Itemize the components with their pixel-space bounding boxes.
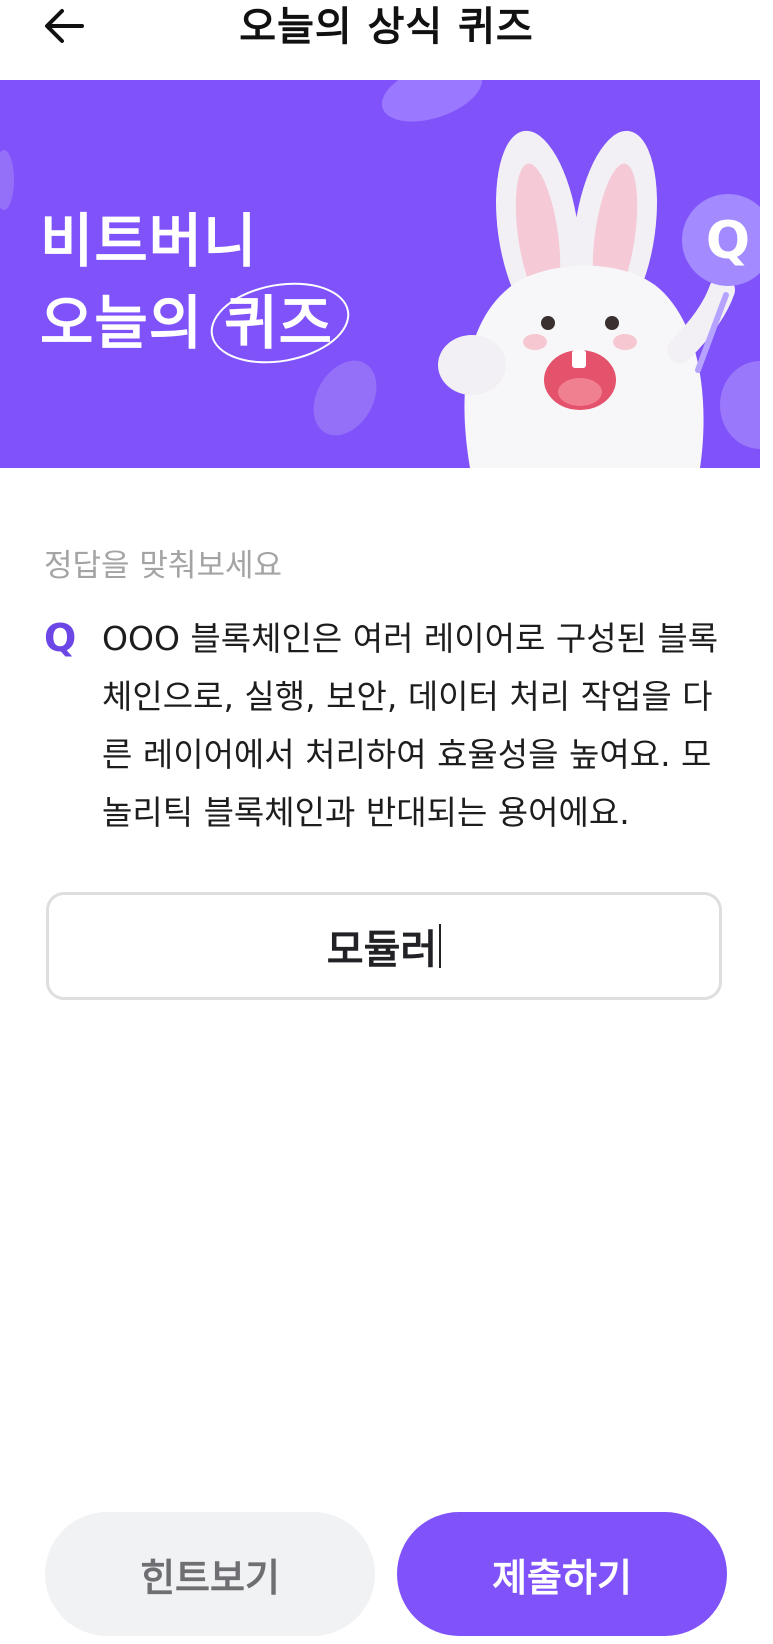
quiz-banner: Q 비트버니 오늘의 퀴즈	[0, 80, 773, 468]
banner-title-prefix: 오늘의	[40, 289, 225, 357]
quiz-prompt: 정답을 맞춰보세요	[44, 548, 283, 584]
sign-letter: Q	[706, 211, 750, 271]
top-bar: 오늘의 상식 퀴즈	[0, 0, 773, 78]
banner-title-line2: 오늘의 퀴즈	[40, 282, 333, 364]
answer-input-value: 모듈러	[326, 927, 438, 973]
page-title: 오늘의 상식 퀴즈	[239, 4, 534, 50]
banner-title-line1: 비트버니	[40, 207, 258, 275]
text-cursor	[439, 924, 442, 968]
answer-input[interactable]: 모듈러	[46, 892, 722, 1000]
banner-title: 비트버니 오늘의 퀴즈	[40, 200, 333, 364]
question-text: OOO 블록체인은 여러 레이어로 구성된 블록체인으로, 실행, 보안, 데이…	[102, 619, 719, 832]
banner-edge	[760, 80, 773, 468]
banner-title-circled: 퀴즈	[224, 282, 333, 364]
question-label: Q	[44, 616, 77, 660]
submit-button[interactable]: 제출하기	[397, 1512, 727, 1636]
hint-button[interactable]: 힌트보기	[45, 1512, 375, 1636]
